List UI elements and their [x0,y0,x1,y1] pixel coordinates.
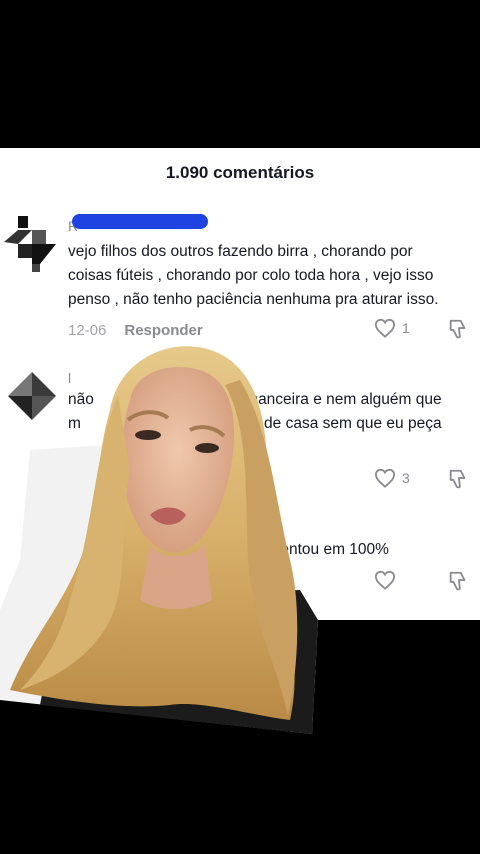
comment-username[interactable]: l [68,370,71,386]
comment-date: 12-06 [68,322,107,339]
like-button[interactable] [374,570,396,590]
dislike-icon[interactable] [447,570,469,592]
heart-icon [374,468,396,488]
avatar[interactable] [4,216,60,272]
username-redaction [72,214,208,229]
comment-text: não inanceira e nem alguém que m s de ca… [68,388,468,444]
comment-text-line: esentou em 100% [264,541,389,558]
like-button[interactable]: 3 [374,468,410,488]
like-count: 3 [402,470,410,486]
comment-text-line: não [68,391,94,408]
comment-text: vejo filhos dos outros fazendo birra , c… [68,240,468,312]
comment-text-line: inanceira e nem alguém que [246,391,442,408]
dislike-icon[interactable] [447,468,469,490]
like-count: 1 [402,320,410,336]
heart-icon [374,570,396,590]
comment-text-line: vejo filhos dos outros fazendo birra , c… [68,243,413,260]
comment-text-line: penso , não tenho paciência nenhuma pra … [68,291,439,308]
comments-count-title: 1.090 comentários [165,163,315,182]
heart-icon [374,318,396,338]
reply-button[interactable]: Responder [124,322,202,339]
like-button[interactable]: 1 [374,318,410,338]
comment-meta: 12-06 Responder [68,322,203,339]
avatar[interactable] [4,370,60,426]
comment-text-line: coisas fúteis , chorando por colo toda h… [68,267,434,284]
comments-sheet: 1.090 comentários R vejo filhos dos outr… [0,148,480,620]
dislike-icon[interactable] [447,318,469,340]
comment-text-line: m [68,415,81,432]
comment-text-line: s de casa sem que eu peça [252,415,442,432]
